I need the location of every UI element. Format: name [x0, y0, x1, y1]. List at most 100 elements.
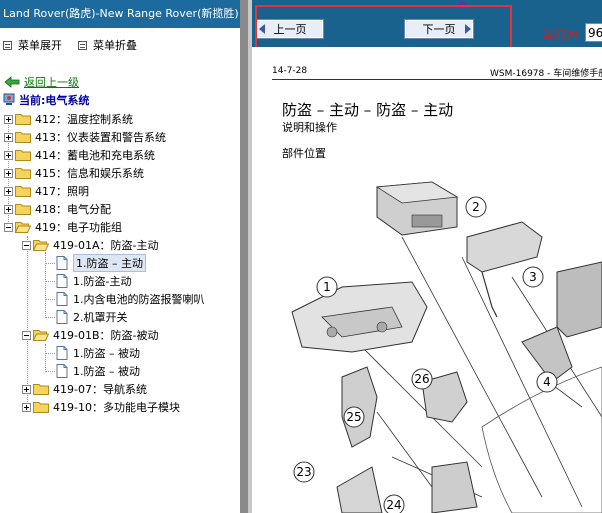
- tree-item-419-01b[interactable]: 419-01B：防盗-被动: [22, 327, 158, 343]
- tree-item-419-10[interactable]: 419-10：多功能电子模块: [22, 399, 180, 415]
- document-icon: [56, 256, 68, 270]
- section-subtitle: 说明和操作: [282, 121, 337, 134]
- header-rule: [272, 79, 602, 80]
- expand-menu-button[interactable]: 菜单展开: [3, 37, 62, 53]
- section-title: 防盗 – 主动 – 防盗 – 主动: [282, 101, 454, 119]
- tree-item-label: 414：蓄电池和充电系统: [35, 149, 155, 162]
- expand-icon[interactable]: [4, 204, 13, 214]
- collapse-menu-button[interactable]: 菜单折叠: [78, 37, 137, 53]
- tree-item-label: 419-01B：防盗-被动: [53, 329, 159, 342]
- expand-icon[interactable]: [4, 150, 13, 160]
- tree-item-label: 1.防盗 – 被动: [73, 347, 140, 360]
- collapse-icon[interactable]: [22, 330, 31, 340]
- expand-icon[interactable]: [22, 402, 31, 412]
- component-location-diagram: 2 3 1 4 26 25 23 24: [291, 181, 602, 513]
- navigation-pane: Land Rover(路虎)-New Range Rover(新揽胜) 菜单展开…: [0, 0, 240, 513]
- tree-item-doc[interactable]: 1.防盗 – 被动: [56, 345, 140, 361]
- tree-item-419[interactable]: 419：电子功能组: [4, 219, 122, 235]
- callout-25: 25: [346, 410, 361, 424]
- expand-icon[interactable]: [4, 168, 13, 178]
- tree-item-selected[interactable]: 1.防盗 – 主动: [56, 254, 146, 272]
- callout-26: 26: [414, 372, 429, 386]
- current-page-label: 当前为: [542, 28, 579, 42]
- tree-item-label: 419-01A：防盗-主动: [53, 239, 159, 252]
- battery: [556, 261, 602, 338]
- folder-icon: [15, 132, 31, 143]
- folder-icon: [15, 168, 31, 179]
- tree-item-413[interactable]: 413：仪表装置和警告系统: [4, 129, 166, 145]
- control-module-2: [375, 181, 459, 236]
- tree-item-label: 1.防盗-主动: [73, 275, 132, 288]
- callout-4: 4: [543, 375, 551, 389]
- tree-item-doc[interactable]: 1.防盗 – 被动: [56, 363, 140, 379]
- folder-open-icon: [33, 240, 49, 251]
- document-icon: [56, 292, 68, 306]
- roof-console: [291, 281, 428, 353]
- tree-item-label: 412：温度控制系统: [35, 113, 133, 126]
- menu-icon: [3, 40, 12, 50]
- expand-icon[interactable]: [4, 132, 13, 142]
- tree-item-label: 1.防盗 – 被动: [73, 365, 140, 378]
- current-location: 当前:电气系统: [2, 92, 89, 108]
- folder-open-icon: [33, 330, 49, 341]
- collapse-icon[interactable]: [4, 222, 13, 232]
- tree-item-label: 415：信息和娱乐系统: [35, 167, 144, 180]
- tree-item-label: 1.防盗 – 主动: [73, 254, 146, 272]
- back-link-label: 返回上一级: [24, 76, 79, 89]
- folder-open-icon: [15, 222, 31, 233]
- folder-icon: [15, 186, 31, 197]
- current-location-label: 当前:电气系统: [19, 94, 90, 107]
- manual-page: 14-7-28 WSM-16978 - 车间维修手册 防盗 – 主动 – 防盗 …: [252, 47, 602, 513]
- expand-icon[interactable]: [22, 384, 31, 394]
- tree-item-label: 419：电子功能组: [35, 221, 122, 234]
- callout-1: 1: [323, 280, 331, 294]
- page-number-input[interactable]: [585, 23, 602, 42]
- tree-item-label: 417：照明: [35, 185, 89, 198]
- tree-item-414[interactable]: 414：蓄电池和充电系统: [4, 147, 155, 163]
- tree-item-419-01a[interactable]: 419-01A：防盗-主动: [22, 237, 158, 253]
- tree-item-doc[interactable]: 2.机罩开关: [56, 309, 128, 325]
- callout-24: 24: [386, 498, 401, 512]
- document-icon: [56, 310, 68, 324]
- manual-code: WSM-16978 - 车间维修手册: [490, 69, 602, 79]
- document-icon: [56, 346, 68, 360]
- tree-item-418[interactable]: 418：电气分配: [4, 201, 111, 217]
- door-latch: [336, 326, 573, 513]
- folder-icon: [33, 384, 49, 395]
- tree-item-419-07[interactable]: 419-07：导航系统: [22, 381, 147, 397]
- tree-item-label: 2.机罩开关: [73, 311, 128, 324]
- window-title: Land Rover(路虎)-New Range Rover(新揽胜): [0, 0, 240, 28]
- menu-icon: [78, 40, 87, 50]
- callout-23: 23: [296, 465, 311, 479]
- expand-menu-label: 菜单展开: [18, 39, 62, 52]
- tree-item-label: 419-10：多功能电子模块: [53, 401, 180, 414]
- tree-item-label: 418：电气分配: [35, 203, 111, 216]
- tree-item-417[interactable]: 417：照明: [4, 183, 89, 199]
- collapse-icon[interactable]: [22, 240, 31, 250]
- callout-3: 3: [529, 270, 537, 284]
- computer-icon: [3, 93, 15, 105]
- collapse-menu-label: 菜单折叠: [93, 39, 137, 52]
- tree-item-415[interactable]: 415：信息和娱乐系统: [4, 165, 144, 181]
- callout-2: 2: [472, 200, 480, 214]
- document-pane: 上一页 下一页 当前为 14-7-28 WSM-16978 - 车间维修手册 防…: [252, 0, 602, 513]
- tree-item-412[interactable]: 412：温度控制系统: [4, 111, 133, 127]
- document-icon: [56, 274, 68, 288]
- back-link[interactable]: 返回上一级: [4, 74, 79, 90]
- section-heading: 部件位置: [282, 147, 326, 160]
- folder-icon: [15, 204, 31, 215]
- back-arrow-icon: [4, 76, 20, 88]
- expand-icon[interactable]: [4, 186, 13, 196]
- pane-splitter[interactable]: [240, 0, 248, 513]
- tree-item-doc[interactable]: 1.内含电池的防盗报警喇叭: [56, 291, 205, 307]
- menu-toolbar: 菜单展开 菜单折叠: [0, 37, 240, 53]
- folder-icon: [33, 402, 49, 413]
- tree-item-doc[interactable]: 1.防盗-主动: [56, 273, 131, 289]
- folder-icon: [15, 150, 31, 161]
- expand-icon[interactable]: [4, 114, 13, 124]
- document-icon: [56, 364, 68, 378]
- folder-icon: [15, 114, 31, 125]
- tree-item-label: 1.内含电池的防盗报警喇叭: [73, 293, 205, 306]
- page-date: 14-7-28: [272, 66, 308, 76]
- tree-item-label: 419-07：导航系统: [53, 383, 147, 396]
